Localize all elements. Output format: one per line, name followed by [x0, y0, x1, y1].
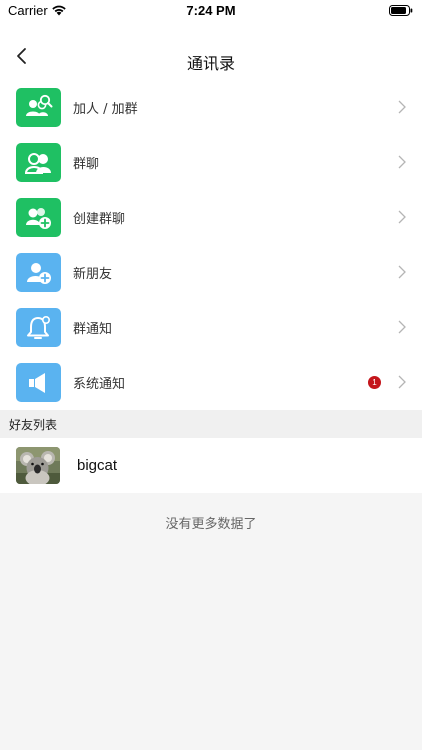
navigation-bar: 通讯录	[0, 22, 422, 80]
group-chat-icon	[16, 143, 61, 182]
menu-item-create-group[interactable]: 创建群聊	[0, 190, 422, 245]
new-friend-icon	[16, 253, 61, 292]
menu-item-label: 新朋友	[73, 267, 113, 282]
bell-icon	[16, 308, 61, 347]
contacts-screen: Carrier 7:24 PM 通讯录 加人 / 加群 群聊 创建群聊 新朋友 …	[0, 0, 422, 750]
menu-item-label: 加人 / 加群	[73, 102, 138, 117]
menu-item-group-notice[interactable]: 群通知	[0, 300, 422, 355]
section-title: 好友列表	[9, 418, 58, 432]
avatar	[16, 447, 60, 484]
chevron-right-icon	[398, 265, 406, 279]
status-time: 7:24 PM	[186, 3, 236, 18]
no-more-data-text: 没有更多数据了	[165, 517, 257, 532]
chevron-right-icon	[398, 100, 406, 114]
battery-icon	[389, 5, 413, 16]
page-title: 通讯录	[186, 54, 235, 73]
menu-item-label: 创建群聊	[73, 212, 126, 227]
notification-badge: 1	[368, 376, 381, 389]
chevron-right-icon	[398, 375, 406, 389]
speaker-icon	[16, 363, 61, 402]
menu-item-new-friend[interactable]: 新朋友	[0, 245, 422, 300]
menu-item-label: 系统通知	[73, 377, 126, 392]
menu-item-label: 群通知	[73, 322, 113, 337]
menu-item-system-notice[interactable]: 系统通知 1	[0, 355, 422, 410]
friend-list: bigcat	[0, 438, 422, 493]
menu-item-label: 群聊	[73, 157, 100, 172]
friend-name: bigcat	[77, 457, 118, 474]
chevron-right-icon	[398, 210, 406, 224]
menu-item-add-friend-group[interactable]: 加人 / 加群	[0, 80, 422, 135]
friend-list-header: 好友列表	[0, 410, 422, 438]
contacts-menu: 加人 / 加群 群聊 创建群聊 新朋友 群通知 系统通知 1	[0, 80, 422, 410]
chevron-right-icon	[398, 320, 406, 334]
friend-list-item[interactable]: bigcat	[0, 438, 422, 493]
status-bar: Carrier 7:24 PM	[0, 0, 422, 22]
menu-item-group-chat[interactable]: 群聊	[0, 135, 422, 190]
chevron-right-icon	[398, 155, 406, 169]
koala-avatar-icon	[16, 447, 60, 484]
create-group-icon	[16, 198, 61, 237]
add-friend-search-icon	[16, 88, 61, 127]
